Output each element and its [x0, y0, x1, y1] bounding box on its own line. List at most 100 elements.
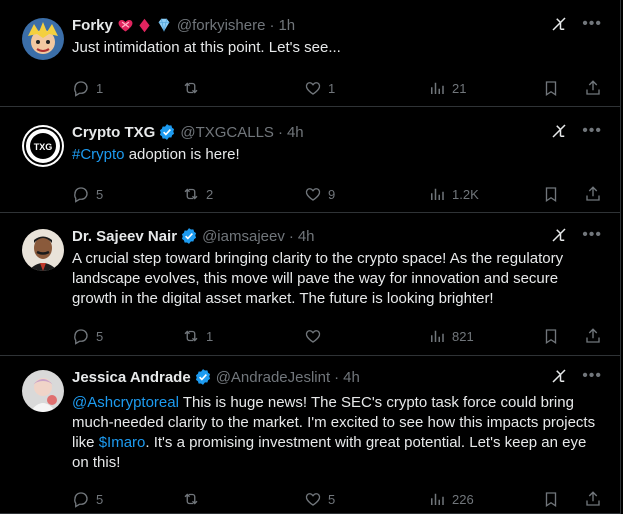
bookmark-icon: [542, 185, 560, 203]
author-name[interactable]: Crypto TXG: [72, 124, 155, 141]
author-name[interactable]: Forky: [72, 17, 113, 34]
avatar[interactable]: [22, 370, 64, 412]
repost-icon: [182, 79, 200, 97]
tweet-actions: 5 5 226: [72, 489, 602, 509]
reply-button[interactable]: 5: [72, 327, 103, 345]
verified-badge-icon[interactable]: [158, 123, 176, 141]
author-handle[interactable]: @TXGCALLS: [180, 124, 274, 141]
tweet[interactable]: Dr. Sajeev Nair @iamsajeev · 4h ••• A crucial…: [0, 213, 620, 356]
tweet-text-segment: Just intimidation at this point. Let's s…: [72, 39, 341, 56]
avatar[interactable]: TXG: [22, 125, 64, 167]
separator-dot: ·: [334, 368, 340, 386]
views-button[interactable]: 21: [428, 79, 466, 97]
reposts-count: 2: [206, 186, 214, 202]
avatar-logo-text: TXG: [34, 142, 53, 152]
author-handle[interactable]: @AndradeJeslint: [216, 369, 330, 386]
tweet-link[interactable]: $Imaro: [99, 434, 146, 451]
bookmark-button[interactable]: [542, 79, 560, 97]
more-icon[interactable]: •••: [582, 122, 602, 140]
tweet[interactable]: TXG Crypto TXG @TXGCALLS · 4h ••• #Crypto adop…: [0, 107, 620, 213]
tweet[interactable]: Jessica Andrade @AndradeJeslint · 4h ••• @Ash…: [0, 356, 620, 514]
timestamp[interactable]: 1h: [278, 17, 295, 34]
bookmark-button[interactable]: [542, 327, 560, 345]
like-button[interactable]: [304, 327, 328, 345]
author-name[interactable]: Dr. Sajeev Nair: [72, 228, 177, 245]
timeline-feed: Forky @forkyishere · 1h ••• Just intimidation…: [0, 0, 621, 514]
author-handle[interactable]: @forkyishere: [177, 17, 266, 34]
views-button[interactable]: 226: [428, 490, 474, 508]
likes-count: 1: [328, 80, 336, 96]
reply-icon: [72, 490, 90, 508]
tweet-header: Jessica Andrade @AndradeJeslint · 4h: [72, 367, 360, 387]
author-handle[interactable]: @iamsajeev: [202, 228, 285, 245]
tweet-top-actions: •••: [550, 122, 602, 140]
repost-icon: [182, 327, 200, 345]
grok-icon[interactable]: [550, 226, 568, 244]
reply-button[interactable]: 5: [72, 490, 103, 508]
views-button[interactable]: 1.2K: [428, 185, 479, 203]
replies-count: 5: [96, 186, 104, 202]
views-icon: [428, 327, 446, 345]
reposts-count: 1: [206, 328, 214, 344]
views-count: 1.2K: [452, 186, 479, 202]
tweet-link[interactable]: @Ashcryptoreal: [72, 394, 179, 411]
name-emojis: [117, 16, 173, 34]
like-button[interactable]: 1: [304, 79, 335, 97]
repost-button[interactable]: 1: [182, 327, 213, 345]
timestamp[interactable]: 4h: [343, 369, 360, 386]
verified-badge-icon[interactable]: [180, 227, 198, 245]
tweet-top-actions: •••: [550, 15, 602, 33]
timestamp[interactable]: 4h: [298, 228, 315, 245]
grok-icon[interactable]: [550, 367, 568, 385]
replies-count: 5: [96, 491, 104, 507]
like-icon: [304, 79, 322, 97]
tweet-text: Just intimidation at this point. Let's s…: [72, 38, 604, 58]
like-icon: [304, 490, 322, 508]
tweet-top-actions: •••: [550, 367, 602, 385]
author-name[interactable]: Jessica Andrade: [72, 369, 191, 386]
share-button[interactable]: [584, 79, 602, 97]
share-button[interactable]: [584, 490, 602, 508]
repost-button[interactable]: [182, 79, 206, 97]
repost-icon: [182, 185, 200, 203]
tweet-text-segment: adoption is here!: [124, 146, 240, 163]
avatar[interactable]: [22, 18, 64, 60]
more-icon[interactable]: •••: [582, 226, 602, 244]
bookmark-button[interactable]: [542, 185, 560, 203]
share-button[interactable]: [584, 185, 602, 203]
more-icon[interactable]: •••: [582, 15, 602, 33]
verified-badge-icon[interactable]: [194, 368, 212, 386]
repost-button[interactable]: [182, 490, 206, 508]
grok-icon[interactable]: [550, 122, 568, 140]
share-button[interactable]: [584, 327, 602, 345]
views-icon: [428, 79, 446, 97]
reply-button[interactable]: 5: [72, 185, 103, 203]
like-button[interactable]: 9: [304, 185, 335, 203]
tweet-link[interactable]: #Crypto: [72, 146, 125, 163]
reply-icon: [72, 185, 90, 203]
bookmark-icon: [542, 490, 560, 508]
gem-icon: [155, 16, 173, 34]
repost-button[interactable]: 2: [182, 185, 213, 203]
reply-button[interactable]: 1: [72, 79, 103, 97]
views-button[interactable]: 821: [428, 327, 474, 345]
avatar[interactable]: [22, 229, 64, 271]
grok-icon[interactable]: [550, 15, 568, 33]
tweet-text: #Crypto adoption is here!: [72, 145, 604, 165]
tweet[interactable]: Forky @forkyishere · 1h ••• Just intimidation…: [0, 0, 620, 107]
separator-dot: ·: [269, 16, 275, 34]
views-count: 226: [452, 491, 474, 507]
tweet-actions: 5 2 9 1.2K: [72, 184, 602, 204]
tweet-top-actions: •••: [550, 226, 602, 244]
red-diamond-icon: [136, 17, 153, 34]
like-button[interactable]: 5: [304, 490, 335, 508]
share-icon: [584, 79, 602, 97]
heart-with-ribbon-icon: [117, 17, 134, 34]
reply-icon: [72, 327, 90, 345]
more-icon[interactable]: •••: [582, 367, 602, 385]
timestamp[interactable]: 4h: [287, 124, 304, 141]
like-icon: [304, 185, 322, 203]
replies-count: 1: [96, 80, 104, 96]
tweet-header: Dr. Sajeev Nair @iamsajeev · 4h: [72, 226, 315, 246]
bookmark-button[interactable]: [542, 490, 560, 508]
